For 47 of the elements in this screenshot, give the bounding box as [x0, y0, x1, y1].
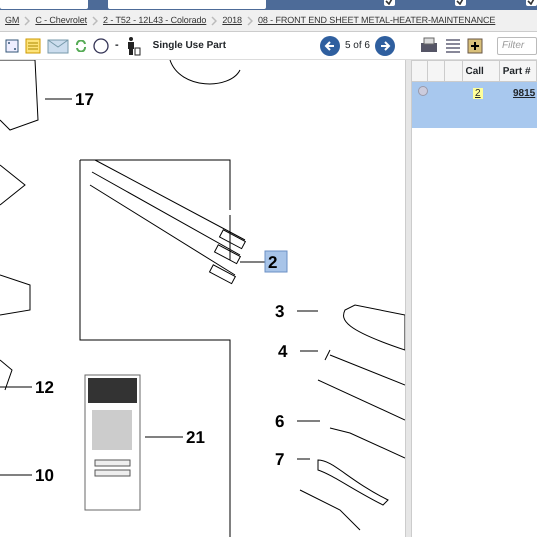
part-row[interactable]: 2 9815: [412, 82, 537, 128]
separator-text: -: [115, 38, 119, 54]
previous-button[interactable]: [320, 36, 340, 56]
breadcrumb-link[interactable]: 2018: [222, 14, 242, 28]
chevron-icon: [246, 16, 253, 26]
toolbar-title: Single Use Part: [152, 39, 226, 53]
callout-number[interactable]: 2: [268, 253, 278, 272]
callout-number[interactable]: 12: [35, 378, 54, 397]
callout-number[interactable]: 3: [275, 302, 284, 321]
breadcrumb-link[interactable]: C - Chevrolet: [35, 14, 88, 28]
right-arrow-icon: [379, 40, 391, 52]
list-icon[interactable]: [445, 38, 461, 54]
leader-line: [144, 436, 184, 438]
calculator-icon[interactable]: [467, 38, 483, 54]
circle-icon: [93, 38, 109, 54]
callout-number[interactable]: 7: [275, 450, 284, 469]
left-arrow-icon: [324, 40, 336, 52]
column-header[interactable]: Part #: [502, 64, 531, 78]
leader-line: [296, 310, 318, 312]
print-icon[interactable]: [419, 36, 439, 54]
breadcrumb-link[interactable]: 2 - T52 - 12L43 - Colorado: [103, 14, 206, 28]
callout-number[interactable]: 10: [35, 466, 54, 485]
notes-icon[interactable]: [25, 38, 41, 54]
chevron-icon: [211, 16, 218, 26]
chevron-icon: [24, 16, 30, 26]
call-link[interactable]: 2: [473, 88, 483, 99]
leader-line: [296, 458, 310, 460]
callout-number[interactable]: 21: [186, 428, 205, 447]
breadcrumb-link[interactable]: 08 - FRONT END SHEET METAL-HEATER-MAINTENANCE: [258, 14, 496, 28]
next-button[interactable]: [375, 36, 395, 56]
chevron-icon: [92, 16, 98, 26]
refresh-icon[interactable]: [75, 40, 87, 52]
callout-number[interactable]: 17: [75, 90, 94, 109]
part-number-link[interactable]: 9815: [513, 88, 536, 99]
leader-line: [44, 98, 72, 100]
column-header[interactable]: Call: [466, 64, 484, 78]
leader-line: [0, 386, 32, 388]
splitter-handle[interactable]: [405, 60, 412, 537]
email-icon[interactable]: [47, 38, 69, 54]
leader-line: [0, 474, 32, 476]
callout-number[interactable]: 4: [278, 342, 288, 361]
breadcrumb-link[interactable]: GM: [5, 14, 20, 28]
leader-line: [296, 420, 320, 422]
fit-view-icon[interactable]: [5, 38, 19, 52]
callout-number[interactable]: 6: [275, 412, 284, 431]
page-indicator: 5 of 6: [344, 39, 370, 53]
leader-line: [300, 350, 318, 352]
